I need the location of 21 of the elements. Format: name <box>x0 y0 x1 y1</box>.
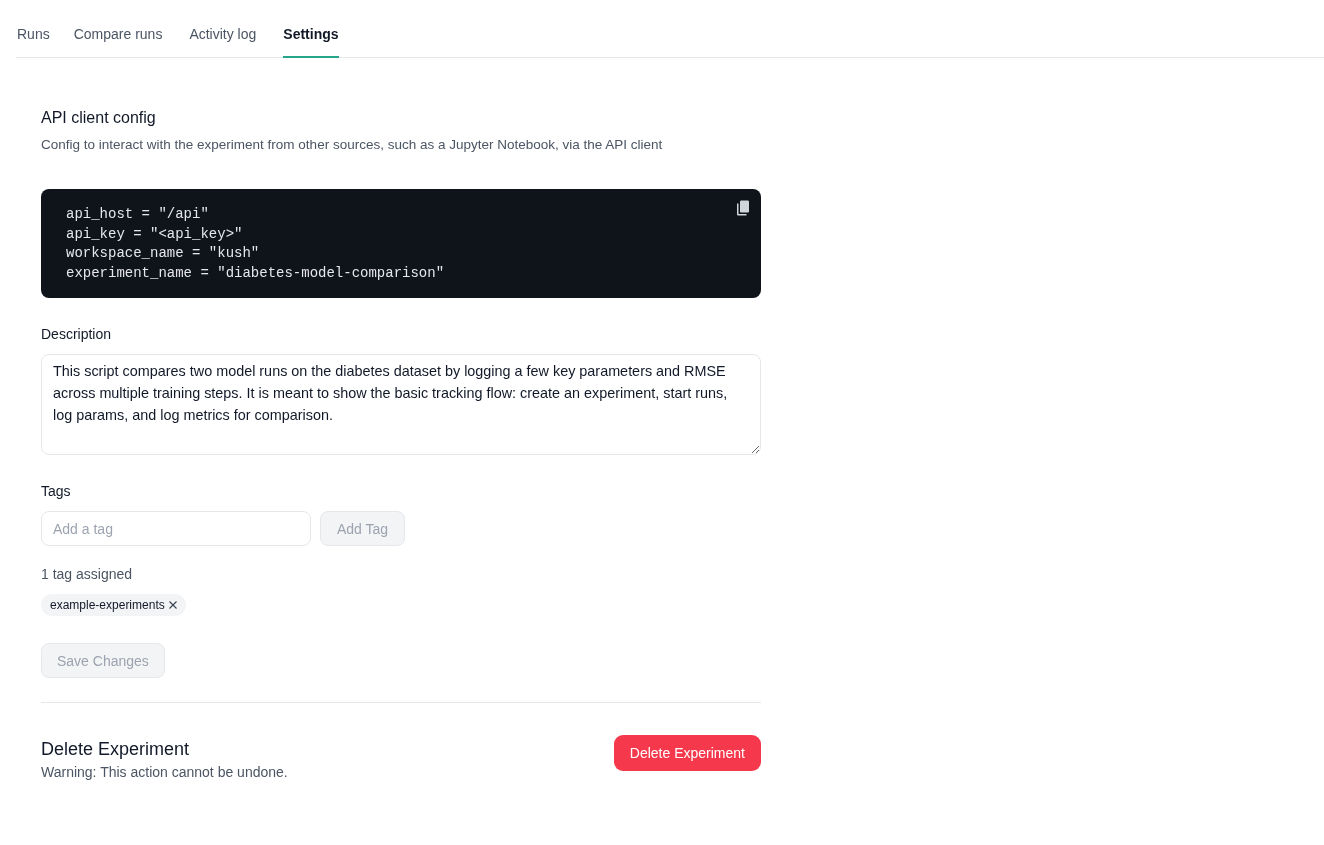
tab[interactable]: Compare runs <box>73 14 163 58</box>
close-icon[interactable] <box>168 601 177 609</box>
code-line: api_host = "/api" <box>66 205 209 224</box>
section-title: API client config <box>41 108 157 128</box>
section-description: Config to interact with the experiment from other sources, such as a Jupyter Notebook, via the API client <box>41 136 664 154</box>
tab[interactable]: Settings <box>283 14 339 58</box>
tag-label: example-experiments <box>50 597 165 613</box>
tab[interactable]: Runs <box>17 14 50 58</box>
copy-icon[interactable] <box>736 200 750 216</box>
danger-title: Delete Experiment <box>41 738 191 761</box>
warning-text: Warning: This action cannot be undone. <box>41 763 288 782</box>
tab[interactable]: Activity log <box>189 14 257 58</box>
tag-count: 1 tag assigned <box>41 565 134 584</box>
description-field[interactable]: This script compares two model runs on the diabetes dataset by logging a few key parameters and RMSE across multiple training steps. It is meant to show the basic tracking flow: create an experiment, start runs, log params, and log metrics for comparison. <box>41 354 761 455</box>
code-line: workspace_name = "kush" <box>66 244 260 263</box>
tag-input[interactable]: Add a tag <box>41 511 311 546</box>
code-line: api_key = "<api_key>" <box>66 224 243 244</box>
field-label: Tags <box>41 482 72 501</box>
field-label: Description <box>41 325 113 344</box>
delete-experiment-button[interactable]: Delete Experiment <box>613 735 761 771</box>
code-line: experiment_name = "diabetes-model-comparison" <box>66 263 445 283</box>
